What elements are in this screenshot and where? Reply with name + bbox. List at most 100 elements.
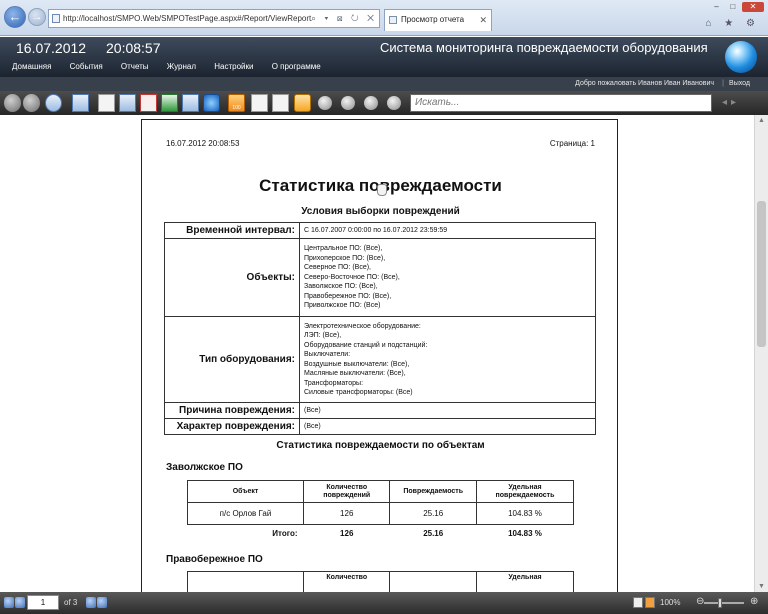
zoom-in-icon[interactable]: ⊕	[750, 596, 758, 607]
equipment-item: Электротехническое оборудование:	[304, 322, 421, 330]
report-toolbar: 100 Искать... ◂▸	[0, 91, 768, 115]
maximize-icon[interactable]: □	[726, 2, 740, 12]
zoom-width-icon[interactable]	[387, 96, 401, 110]
address-bar[interactable]: http://localhost/SMPO.Web/SMPOTestPage.a…	[48, 9, 380, 28]
tab-close-icon[interactable]: ✕	[479, 10, 487, 30]
address-tools-icon[interactable]: ⌕ ▾ ⊠ ↻ ✕	[311, 10, 377, 27]
scroll-down-icon[interactable]: ▼	[758, 583, 765, 590]
equipment-item: Оборудование станций и подстанций:	[304, 341, 428, 349]
zoom-in-icon[interactable]	[318, 96, 332, 110]
equipment-item: Масляные выключатели: (Все),	[304, 370, 406, 377]
conditions-title: Условия выборки повреждений	[301, 206, 460, 217]
tab-report-view[interactable]: Просмотр отчета ✕	[384, 9, 492, 31]
search-nav-arrows-icon[interactable]: ◂▸	[722, 97, 762, 109]
refresh-icon[interactable]	[45, 94, 62, 112]
col-specific-header: Удельная	[475, 571, 575, 594]
scrollbar-thumb[interactable]	[757, 201, 766, 347]
header-time: 20:08:57	[106, 40, 161, 56]
table-header-row: Количество Удельная	[187, 571, 575, 594]
col-count-header: Количество	[302, 571, 391, 594]
back-arrow-icon[interactable]	[4, 94, 21, 112]
character-value: (Все)	[299, 418, 596, 435]
zoom-slider-handle[interactable]	[718, 598, 722, 608]
tab-page-icon	[389, 16, 397, 24]
vertical-scrollbar[interactable]: ▲ ▼	[754, 115, 768, 592]
browser-window: ← → http://localhost/SMPO.Web/SMPOTestPa…	[0, 0, 768, 614]
menu-item-home[interactable]: Домашняя	[12, 62, 51, 71]
scroll-up-icon[interactable]: ▲	[758, 117, 765, 124]
menu-item-reports[interactable]: Отчеты	[121, 62, 149, 71]
zoom-level: 100%	[660, 598, 681, 607]
forward-arrow-icon[interactable]	[23, 94, 40, 112]
multi-page-view-icon[interactable]	[645, 597, 655, 608]
forward-button[interactable]: →	[28, 8, 46, 26]
globe-logo-icon	[725, 41, 757, 73]
interval-value: С 16.07.2007 0:00:00 по 16.07.2012 23:59…	[299, 222, 596, 239]
cell-count: 126	[302, 502, 391, 525]
export-image-icon[interactable]	[119, 94, 136, 112]
cell-rate: 25.16	[389, 502, 477, 525]
logout-link[interactable]: Выход	[729, 77, 750, 91]
export-document-icon[interactable]	[98, 94, 115, 112]
browser-toolbar: ← → http://localhost/SMPO.Web/SMPOTestPa…	[0, 0, 768, 36]
prev-page-icon[interactable]	[15, 597, 25, 608]
objects-label: Объекты:	[164, 238, 300, 317]
zoom-out-icon[interactable]	[341, 96, 355, 110]
menu-item-settings[interactable]: Настройки	[214, 62, 253, 71]
objects-item: Центральное ПО: (Все),	[304, 245, 383, 253]
equipment-item: Воздушные выключатели: (Все),	[304, 360, 410, 368]
export-word-icon[interactable]	[182, 94, 199, 112]
zoom-page-icon[interactable]	[364, 96, 378, 110]
page-width-icon[interactable]	[272, 94, 289, 112]
menu-item-events[interactable]: События	[70, 62, 103, 71]
col-object-header: Объект	[187, 480, 304, 503]
single-page-icon[interactable]	[251, 94, 268, 112]
report-search-input[interactable]: Искать...	[410, 94, 712, 112]
print-icon[interactable]	[72, 94, 89, 112]
welcome-text: Добро пожаловать Иванов Иван Иванович	[575, 80, 714, 87]
hand-cursor-icon	[377, 184, 387, 196]
next-page-icon[interactable]	[86, 597, 96, 608]
zoom-100-icon[interactable]: 100	[228, 94, 245, 112]
back-button[interactable]: ←	[4, 6, 26, 28]
first-page-icon[interactable]	[4, 597, 14, 608]
objects-item: Заволжское ПО: (Все),	[304, 283, 378, 291]
hand-tool-icon[interactable]	[294, 94, 311, 112]
objects-list: Центральное ПО: (Все), Прихоперское ПО: …	[299, 238, 596, 317]
group-title: Заволжское ПО	[166, 462, 243, 473]
export-excel-icon[interactable]	[161, 94, 178, 112]
cause-value: (Все)	[299, 402, 596, 419]
page-icon	[52, 14, 60, 23]
app-title: Система мониторинга повреждаемости обору…	[380, 40, 708, 55]
stats-title: Статистика повреждаемости по объектам	[276, 440, 485, 451]
col-rate-header	[389, 571, 477, 594]
report-statusbar: 1 of 3 100% ⊖ ⊕	[0, 592, 768, 614]
table-header-row: Объект Количество повреждений Повреждаем…	[187, 480, 575, 503]
total-row: Итого: 126 25.16 104.83 %	[188, 525, 574, 543]
last-page-icon[interactable]	[97, 597, 107, 608]
report-print-date: 16.07.2012 20:08:53	[166, 139, 240, 148]
browser-home-favorites-settings-icons[interactable]: ⌂ ★ ⚙	[705, 18, 760, 29]
total-count: 126	[340, 529, 354, 539]
export-pdf-icon[interactable]	[140, 94, 157, 112]
menu-item-journal[interactable]: Журнал	[167, 62, 196, 71]
col-specific-header: Удельная повреждаемость	[475, 480, 575, 503]
menu-item-about[interactable]: О программе	[272, 62, 321, 71]
export-html-icon[interactable]	[203, 94, 220, 112]
header-date: 16.07.2012	[16, 40, 87, 56]
total-label: Итого:	[272, 529, 298, 539]
report-page-number: Страница: 1	[549, 139, 595, 148]
close-window-icon[interactable]: ✕	[742, 2, 764, 12]
welcome-separator: |	[722, 80, 724, 87]
equipment-item: Трансформаторы:	[304, 379, 364, 387]
single-page-view-icon[interactable]	[633, 597, 643, 608]
zoom-slider[interactable]	[704, 602, 744, 604]
app-header: 16.07.2012 20:08:57 Система мониторинга …	[0, 37, 768, 77]
page-number-input[interactable]: 1	[27, 595, 59, 610]
cell-specific: 104.83 %	[475, 502, 575, 525]
minimize-icon[interactable]: –	[710, 2, 724, 12]
table-row: п/с Орлов Гай 126 25.16 104.83 %	[187, 502, 575, 525]
cause-label: Причина повреждения:	[164, 402, 300, 419]
address-url: http://localhost/SMPO.Web/SMPOTestPage.a…	[63, 14, 312, 23]
equipment-item: ЛЭП: (Все),	[304, 332, 342, 339]
